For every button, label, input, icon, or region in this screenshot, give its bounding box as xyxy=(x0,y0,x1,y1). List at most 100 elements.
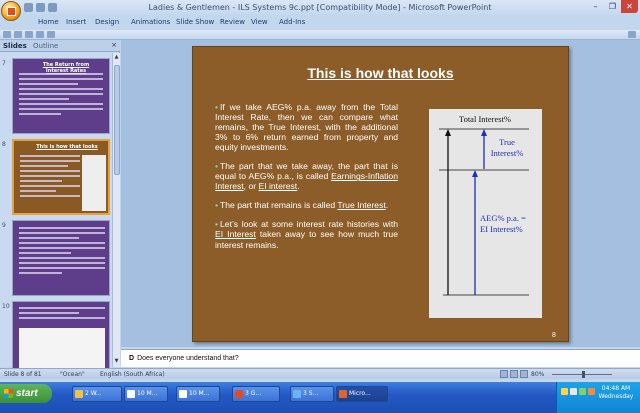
zoom-level[interactable]: 80% xyxy=(531,371,544,378)
close-button[interactable]: ✕ xyxy=(621,0,638,13)
taskbar-item[interactable]: 3 S... xyxy=(290,386,334,402)
clock-day: Wednesday xyxy=(598,393,634,400)
bullet-text: If we take AEG% p.a. away from the Total… xyxy=(215,102,398,153)
normal-view-icon[interactable] xyxy=(500,370,508,378)
taskbar-item[interactable]: 10 M... xyxy=(176,386,220,402)
tab-view[interactable]: View xyxy=(251,18,268,26)
slideshow-view-icon[interactable] xyxy=(520,370,528,378)
help-icon[interactable] xyxy=(628,31,636,38)
notes-pane[interactable]: D Does everyone understand that? xyxy=(121,349,640,367)
office-logo-icon xyxy=(7,7,16,16)
interest-figure: Total Interest% True Interest% AEG% p.a.… xyxy=(429,109,542,318)
sorter-view-icon[interactable] xyxy=(510,370,518,378)
slide-counter: Slide 8 of 81 xyxy=(4,371,42,378)
slide-thumbnail[interactable] xyxy=(12,220,110,296)
total-arrow-head xyxy=(445,129,451,136)
taskbar-item-label: 2 W... xyxy=(85,390,102,397)
new-icon[interactable] xyxy=(3,31,11,38)
ribbon-body xyxy=(0,30,640,40)
tab-home[interactable]: Home xyxy=(38,18,59,26)
powerpoint-icon xyxy=(339,390,347,398)
slide[interactable]: This is how that looks • If we take AEG% … xyxy=(192,46,569,342)
taskbar-item-label: 10 M... xyxy=(189,390,210,397)
office-button[interactable] xyxy=(1,1,21,21)
redo-icon[interactable] xyxy=(48,3,57,12)
scroll-down-icon[interactable]: ▼ xyxy=(113,358,120,366)
open-icon[interactable] xyxy=(14,31,22,38)
bullet-text: The part that remains is called xyxy=(220,200,338,211)
bullet-text: True Interest xyxy=(337,200,386,211)
pane-tabs: Slides Outline × xyxy=(0,40,120,52)
slide-number: 8 xyxy=(2,141,6,148)
slide-thumbnail-selected[interactable]: This is how that looks xyxy=(12,139,110,215)
true-arrow-head xyxy=(481,129,487,136)
security-icon[interactable] xyxy=(579,388,586,395)
taskbar-item-powerpoint[interactable]: Micro... xyxy=(336,386,388,402)
tab-review[interactable]: Review xyxy=(220,18,245,26)
zoom-knob[interactable] xyxy=(582,371,585,378)
true-label-2: Interest% xyxy=(491,148,524,158)
slide-canvas: This is how that looks • If we take AEG% … xyxy=(121,40,640,347)
clock-time: 04:48 AM xyxy=(601,385,631,392)
undo-icon[interactable] xyxy=(36,3,45,12)
title-bar: Ladies & Gentlemen - ILS Systems 9c.ppt … xyxy=(0,0,640,16)
slide-bullet: • The part that we take away, the part th… xyxy=(215,161,398,191)
tab-outline[interactable]: Outline xyxy=(33,42,58,50)
taskbar-item-label: 3 S... xyxy=(303,390,319,397)
slide-title: This is how that looks xyxy=(307,65,454,81)
ribbon-tabs: Home Insert Design Animations Slide Show… xyxy=(0,16,640,30)
ribbon-quick-icons xyxy=(3,31,55,38)
notes-text[interactable]: D Does everyone understand that? xyxy=(129,355,239,362)
slide-body: • If we take AEG% p.a. away from the Tota… xyxy=(215,102,398,259)
ei-arrow-head xyxy=(472,170,478,177)
taskbar-item-label: 10 M... xyxy=(137,390,158,397)
volume-icon[interactable] xyxy=(570,388,577,395)
language-status[interactable]: English (South Africa) xyxy=(100,371,165,378)
mail-icon xyxy=(127,390,135,398)
thumbnail-figure xyxy=(82,155,106,211)
scroll-up-icon[interactable]: ▲ xyxy=(113,54,120,62)
preview-icon[interactable] xyxy=(36,31,44,38)
tab-add-ins[interactable]: Add-Ins xyxy=(279,18,305,26)
pane-close-button[interactable]: × xyxy=(111,41,117,49)
ribbon-right-icons xyxy=(628,31,636,38)
network-icon[interactable] xyxy=(561,388,568,395)
slides-pane: Slides Outline × 7 The Return from Inter… xyxy=(0,40,120,377)
slide-number-label: 8 xyxy=(552,332,556,339)
save-icon[interactable] xyxy=(24,3,33,12)
pane-scrollbar[interactable]: ▲ ▼ xyxy=(112,53,120,367)
tab-slide-show[interactable]: Slide Show xyxy=(176,18,214,26)
window-controls: – ❐ ✕ xyxy=(587,0,638,13)
tab-insert[interactable]: Insert xyxy=(66,18,86,26)
slide-bullet: • Let’s look at some interest rate histor… xyxy=(215,219,398,249)
slide-bullet: • If we take AEG% p.a. away from the Tota… xyxy=(215,102,398,152)
start-button[interactable]: start xyxy=(0,384,52,403)
minimize-button[interactable]: – xyxy=(587,0,604,13)
folder-icon xyxy=(75,390,83,398)
aeg-label-2: EI Interest% xyxy=(480,224,523,234)
thumbnail-title: This is how that looks xyxy=(36,144,98,150)
print-icon[interactable] xyxy=(25,31,33,38)
taskbar-item[interactable]: 2 W... xyxy=(72,386,122,402)
taskbar-item[interactable]: 3 G... xyxy=(232,386,280,402)
slide-thumbnail[interactable]: The Return from Interest Rates xyxy=(12,58,110,134)
tab-slides[interactable]: Slides xyxy=(3,42,27,50)
windows-logo-icon xyxy=(4,389,13,398)
tab-animations[interactable]: Animations xyxy=(131,18,170,26)
slide-number: 7 xyxy=(2,60,6,67)
spell-icon[interactable] xyxy=(47,31,55,38)
taskbar-item-label: Micro... xyxy=(349,390,371,397)
scroll-thumb[interactable] xyxy=(114,65,120,175)
slide-thumbnail[interactable] xyxy=(12,301,110,377)
taskbar: start 2 W... 10 M... 10 M... 3 G... 3 S.… xyxy=(0,382,640,413)
maximize-button[interactable]: ❐ xyxy=(604,0,621,13)
tab-design[interactable]: Design xyxy=(95,18,119,26)
clock[interactable]: 04:48 AM Wednesday xyxy=(594,385,638,401)
taskbar-item-label: 3 G... xyxy=(245,390,262,397)
aeg-label-1: AEG% p.a. = xyxy=(480,213,526,223)
bullet-text: Let’s look at some interest rate histori… xyxy=(220,219,398,230)
taskbar-item[interactable]: 10 M... xyxy=(124,386,168,402)
browser-icon xyxy=(235,390,243,398)
notes-bold: D xyxy=(129,355,135,362)
status-bar: Slide 8 of 81 "Ocean" English (South Afr… xyxy=(0,368,640,379)
